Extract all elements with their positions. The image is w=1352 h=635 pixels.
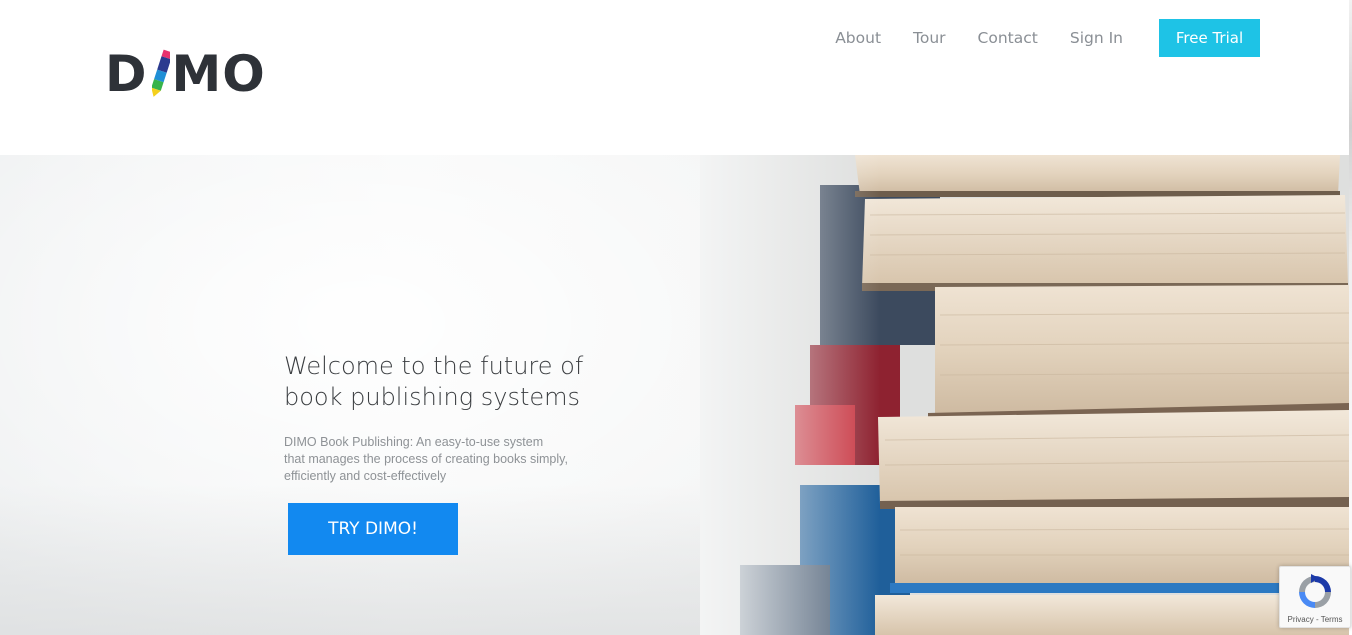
recaptcha-terms-link[interactable]: Terms — [1321, 615, 1343, 624]
recaptcha-badge[interactable]: Privacy - Terms — [1279, 566, 1351, 628]
nav-contact-link[interactable]: Contact — [978, 19, 1038, 57]
page: D MO About Tour Contact Sign In Free Tri… — [0, 0, 1352, 635]
pencil-logo-icon — [151, 49, 170, 97]
nav-about-link[interactable]: About — [835, 19, 881, 57]
recaptcha-icon — [1299, 574, 1331, 608]
book-stack-image — [700, 155, 1349, 635]
hero-heading-line-1: Welcome to the future of — [284, 352, 584, 380]
hero-section: Welcome to the future of book publishing… — [0, 155, 1349, 635]
dimo-logo[interactable]: D MO — [105, 48, 266, 100]
free-trial-button[interactable]: Free Trial — [1159, 19, 1260, 57]
main-nav: About Tour Contact Sign In Free Trial — [835, 19, 1260, 57]
hero-heading-line-2: book publishing systems — [284, 383, 581, 411]
try-dimo-button[interactable]: TRY DIMO! — [288, 503, 458, 555]
recaptcha-links: Privacy - Terms — [1280, 615, 1350, 624]
hero-description: DIMO Book Publishing: An easy-to-use sys… — [284, 434, 614, 485]
logo-letter-d: D — [105, 45, 148, 103]
recaptcha-separator: - — [1313, 615, 1321, 624]
site-header: D MO About Tour Contact Sign In Free Tri… — [0, 0, 1352, 155]
logo-letters-mo: MO — [171, 45, 266, 103]
recaptcha-privacy-link[interactable]: Privacy — [1288, 615, 1314, 624]
hero-description-line-1: DIMO Book Publishing: An easy-to-use sys… — [284, 435, 544, 449]
hero-description-line-2: that manages the process of creating boo… — [284, 452, 568, 466]
nav-sign-in-link[interactable]: Sign In — [1070, 19, 1123, 57]
nav-tour-link[interactable]: Tour — [913, 19, 946, 57]
hero-description-line-3: efficiently and cost-effectively — [284, 469, 447, 483]
hero-heading: Welcome to the future of book publishing… — [284, 351, 624, 413]
